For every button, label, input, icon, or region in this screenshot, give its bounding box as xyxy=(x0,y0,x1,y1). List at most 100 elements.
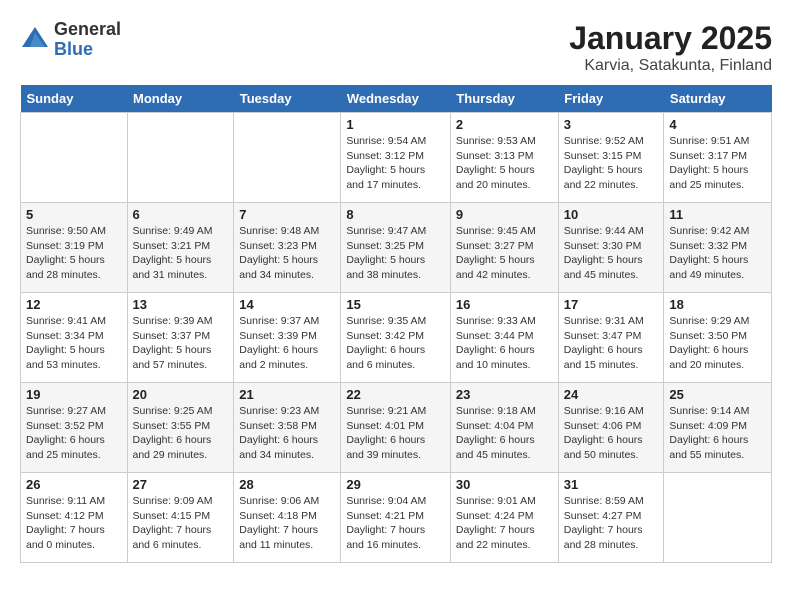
calendar-cell: 18 Sunrise: 9:29 AM Sunset: 3:50 PM Dayli… xyxy=(664,293,772,383)
day-info: Sunrise: 9:50 AM Sunset: 3:19 PM Dayligh… xyxy=(26,224,122,283)
day-number: 24 xyxy=(564,387,659,402)
day-info: Sunrise: 9:49 AM Sunset: 3:21 PM Dayligh… xyxy=(133,224,229,283)
day-number: 12 xyxy=(26,297,122,312)
day-info: Sunrise: 9:44 AM Sunset: 3:30 PM Dayligh… xyxy=(564,224,659,283)
day-number: 20 xyxy=(133,387,229,402)
weekday-header-sunday: Sunday xyxy=(21,85,128,113)
day-number: 14 xyxy=(239,297,335,312)
day-number: 31 xyxy=(564,477,659,492)
day-number: 4 xyxy=(669,117,766,132)
day-info: Sunrise: 9:45 AM Sunset: 3:27 PM Dayligh… xyxy=(456,224,553,283)
weekday-header-tuesday: Tuesday xyxy=(234,85,341,113)
page-header: General Blue January 2025 Karvia, Sataku… xyxy=(20,20,772,75)
day-info: Sunrise: 9:06 AM Sunset: 4:18 PM Dayligh… xyxy=(239,494,335,553)
weekday-header-friday: Friday xyxy=(558,85,664,113)
calendar-cell: 15 Sunrise: 9:35 AM Sunset: 3:42 PM Dayli… xyxy=(341,293,451,383)
weekday-header-thursday: Thursday xyxy=(450,85,558,113)
day-info: Sunrise: 9:48 AM Sunset: 3:23 PM Dayligh… xyxy=(239,224,335,283)
day-number: 30 xyxy=(456,477,553,492)
calendar-week-1: 1 Sunrise: 9:54 AM Sunset: 3:12 PM Daylig… xyxy=(21,113,772,203)
calendar-cell: 1 Sunrise: 9:54 AM Sunset: 3:12 PM Daylig… xyxy=(341,113,451,203)
day-number: 8 xyxy=(346,207,445,222)
calendar-cell: 5 Sunrise: 9:50 AM Sunset: 3:19 PM Daylig… xyxy=(21,203,128,293)
day-info: Sunrise: 9:23 AM Sunset: 3:58 PM Dayligh… xyxy=(239,404,335,463)
day-number: 5 xyxy=(26,207,122,222)
calendar-cell: 22Sunrise: 9:21 AM Sunset: 4:01 PM Dayli… xyxy=(341,383,451,473)
calendar-cell: 29 Sunrise: 9:04 AM Sunset: 4:21 PM Dayli… xyxy=(341,473,451,563)
day-number: 6 xyxy=(133,207,229,222)
day-number: 3 xyxy=(564,117,659,132)
day-info: Sunrise: 8:59 AM Sunset: 4:27 PM Dayligh… xyxy=(564,494,659,553)
day-number: 27 xyxy=(133,477,229,492)
day-number: 28 xyxy=(239,477,335,492)
calendar-cell: 9Sunrise: 9:45 AM Sunset: 3:27 PM Daylig… xyxy=(450,203,558,293)
day-info: Sunrise: 9:53 AM Sunset: 3:13 PM Dayligh… xyxy=(456,134,553,193)
day-number: 17 xyxy=(564,297,659,312)
weekday-header-monday: Monday xyxy=(127,85,234,113)
day-number: 1 xyxy=(346,117,445,132)
day-number: 2 xyxy=(456,117,553,132)
calendar-title: January 2025 xyxy=(569,20,772,57)
calendar-cell: 16 Sunrise: 9:33 AM Sunset: 3:44 PM Dayli… xyxy=(450,293,558,383)
calendar-cell: 13Sunrise: 9:39 AM Sunset: 3:37 PM Dayli… xyxy=(127,293,234,383)
day-info: Sunrise: 9:25 AM Sunset: 3:55 PM Dayligh… xyxy=(133,404,229,463)
calendar-week-4: 19Sunrise: 9:27 AM Sunset: 3:52 PM Dayli… xyxy=(21,383,772,473)
day-number: 7 xyxy=(239,207,335,222)
calendar-body: 1 Sunrise: 9:54 AM Sunset: 3:12 PM Daylig… xyxy=(21,113,772,563)
calendar-cell: 6 Sunrise: 9:49 AM Sunset: 3:21 PM Daylig… xyxy=(127,203,234,293)
calendar-cell: 31 Sunrise: 8:59 AM Sunset: 4:27 PM Dayli… xyxy=(558,473,664,563)
day-number: 29 xyxy=(346,477,445,492)
day-number: 18 xyxy=(669,297,766,312)
calendar-cell: 14Sunrise: 9:37 AM Sunset: 3:39 PM Dayli… xyxy=(234,293,341,383)
day-number: 26 xyxy=(26,477,122,492)
day-info: Sunrise: 9:09 AM Sunset: 4:15 PM Dayligh… xyxy=(133,494,229,553)
day-number: 16 xyxy=(456,297,553,312)
day-info: Sunrise: 9:41 AM Sunset: 3:34 PM Dayligh… xyxy=(26,314,122,373)
calendar-cell xyxy=(21,113,128,203)
calendar-cell: 24Sunrise: 9:16 AM Sunset: 4:06 PM Dayli… xyxy=(558,383,664,473)
logo-icon xyxy=(20,25,50,55)
day-info: Sunrise: 9:52 AM Sunset: 3:15 PM Dayligh… xyxy=(564,134,659,193)
calendar-cell: 17Sunrise: 9:31 AM Sunset: 3:47 PM Dayli… xyxy=(558,293,664,383)
day-info: Sunrise: 9:51 AM Sunset: 3:17 PM Dayligh… xyxy=(669,134,766,193)
calendar-cell: 12 Sunrise: 9:41 AM Sunset: 3:34 PM Dayli… xyxy=(21,293,128,383)
day-info: Sunrise: 9:47 AM Sunset: 3:25 PM Dayligh… xyxy=(346,224,445,283)
day-info: Sunrise: 9:14 AM Sunset: 4:09 PM Dayligh… xyxy=(669,404,766,463)
calendar-week-2: 5 Sunrise: 9:50 AM Sunset: 3:19 PM Daylig… xyxy=(21,203,772,293)
day-number: 15 xyxy=(346,297,445,312)
logo-blue: Blue xyxy=(54,40,121,60)
day-number: 11 xyxy=(669,207,766,222)
day-info: Sunrise: 9:18 AM Sunset: 4:04 PM Dayligh… xyxy=(456,404,553,463)
day-info: Sunrise: 9:35 AM Sunset: 3:42 PM Dayligh… xyxy=(346,314,445,373)
calendar-table: SundayMondayTuesdayWednesdayThursdayFrid… xyxy=(20,85,772,563)
calendar-cell: 7 Sunrise: 9:48 AM Sunset: 3:23 PM Daylig… xyxy=(234,203,341,293)
logo: General Blue xyxy=(20,20,121,60)
day-number: 13 xyxy=(133,297,229,312)
day-number: 19 xyxy=(26,387,122,402)
day-info: Sunrise: 9:04 AM Sunset: 4:21 PM Dayligh… xyxy=(346,494,445,553)
calendar-week-3: 12 Sunrise: 9:41 AM Sunset: 3:34 PM Dayli… xyxy=(21,293,772,383)
weekday-row: SundayMondayTuesdayWednesdayThursdayFrid… xyxy=(21,85,772,113)
logo-general: General xyxy=(54,20,121,40)
calendar-cell: 25Sunrise: 9:14 AM Sunset: 4:09 PM Dayli… xyxy=(664,383,772,473)
calendar-cell: 21 Sunrise: 9:23 AM Sunset: 3:58 PM Dayli… xyxy=(234,383,341,473)
day-info: Sunrise: 9:21 AM Sunset: 4:01 PM Dayligh… xyxy=(346,404,445,463)
day-number: 10 xyxy=(564,207,659,222)
calendar-header: SundayMondayTuesdayWednesdayThursdayFrid… xyxy=(21,85,772,113)
weekday-header-saturday: Saturday xyxy=(664,85,772,113)
day-info: Sunrise: 9:54 AM Sunset: 3:12 PM Dayligh… xyxy=(346,134,445,193)
logo-text: General Blue xyxy=(54,20,121,60)
calendar-cell: 4 Sunrise: 9:51 AM Sunset: 3:17 PM Daylig… xyxy=(664,113,772,203)
calendar-cell xyxy=(234,113,341,203)
calendar-week-5: 26Sunrise: 9:11 AM Sunset: 4:12 PM Dayli… xyxy=(21,473,772,563)
calendar-cell xyxy=(127,113,234,203)
calendar-cell: 20 Sunrise: 9:25 AM Sunset: 3:55 PM Dayli… xyxy=(127,383,234,473)
day-number: 21 xyxy=(239,387,335,402)
calendar-cell: 26Sunrise: 9:11 AM Sunset: 4:12 PM Dayli… xyxy=(21,473,128,563)
calendar-cell: 2 Sunrise: 9:53 AM Sunset: 3:13 PM Daylig… xyxy=(450,113,558,203)
day-number: 23 xyxy=(456,387,553,402)
calendar-subtitle: Karvia, Satakunta, Finland xyxy=(569,57,772,75)
day-info: Sunrise: 9:29 AM Sunset: 3:50 PM Dayligh… xyxy=(669,314,766,373)
calendar-cell: 19Sunrise: 9:27 AM Sunset: 3:52 PM Dayli… xyxy=(21,383,128,473)
day-info: Sunrise: 9:33 AM Sunset: 3:44 PM Dayligh… xyxy=(456,314,553,373)
